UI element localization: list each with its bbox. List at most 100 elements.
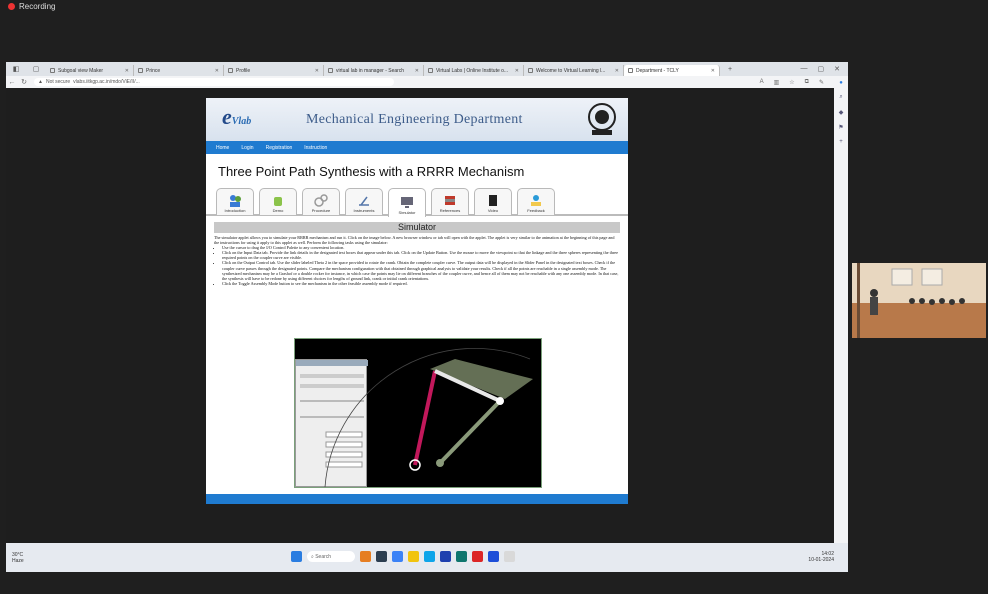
tab-video[interactable]: Video: [474, 188, 512, 215]
tab-favicon-icon: [138, 68, 143, 73]
tab-references[interactable]: References: [431, 188, 469, 215]
taskbar-clock[interactable]: 14:02 10-01-2024: [808, 551, 834, 563]
close-icon[interactable]: ✕: [215, 68, 219, 74]
search-icon[interactable]: ⌕: [839, 94, 842, 101]
close-icon[interactable]: ✕: [415, 68, 419, 74]
record-dot-icon: [8, 2, 15, 10]
back-icon[interactable]: ←: [6, 79, 18, 86]
tab-simulator[interactable]: Simulator: [388, 188, 426, 217]
iit-emblem-icon: [588, 103, 616, 135]
store-icon[interactable]: [440, 551, 451, 562]
gears-icon: [314, 194, 328, 207]
browser-tab[interactable]: Welcome to Virtual Learning l... ✕: [524, 65, 624, 76]
collections-icon[interactable]: ⧉: [805, 79, 809, 86]
simulator-applet-image[interactable]: [294, 338, 542, 488]
experiment-tabs: Introduction Demo Procedure Instruments …: [206, 188, 628, 217]
books-icon: [443, 194, 457, 207]
address-bar-row: ← ↻ ▲ Not secure vlabs.iitkgp.ac.in/mdo/…: [6, 76, 848, 88]
list-item: Click on the Output Control tab. Use the…: [222, 260, 620, 280]
simulator-heading: Simulator: [214, 222, 620, 233]
nav-registration[interactable]: Registration: [266, 145, 293, 151]
tab-instruments[interactable]: Instruments: [345, 188, 383, 215]
teams-icon[interactable]: [488, 551, 499, 562]
tab-feedback[interactable]: Feedback: [517, 188, 555, 215]
edge-sidebar: ● ⌕ ◆ ⚑ +: [834, 76, 848, 543]
close-icon[interactable]: ✕: [711, 68, 715, 74]
browser-tab[interactable]: Profile ✕: [224, 65, 324, 76]
windows-taskbar: 30°C Haze ⌕ Search 14:02 10-01-2024: [6, 543, 848, 572]
browser-tab[interactable]: virtual lab in manager - Search ✕: [324, 65, 424, 76]
vlab-logo[interactable]: eVlab: [222, 104, 251, 130]
extensions-icon[interactable]: ✎: [819, 79, 824, 86]
taskbar-apps: ⌕ Search: [291, 551, 515, 562]
site-nav: Home Login Registration Instruction: [206, 141, 628, 154]
split-screen-icon[interactable]: ▥: [774, 79, 780, 86]
classroom-video-graphic: [852, 263, 986, 338]
new-tab-icon[interactable]: +: [720, 62, 740, 76]
office-icon[interactable]: [472, 551, 483, 562]
participant-video-thumbnail[interactable]: [852, 263, 986, 338]
browser-tab[interactable]: Prince ✕: [134, 65, 224, 76]
vlab-webpage: eVlab Mechanical Engineering Department …: [206, 98, 628, 504]
close-icon[interactable]: ✕: [515, 68, 519, 74]
nav-home[interactable]: Home: [216, 145, 229, 151]
browser-tab[interactable]: Subgoal view Maker ✕: [46, 65, 134, 76]
tab-favicon-icon: [50, 68, 55, 73]
browser-viewport: eVlab Mechanical Engineering Department …: [6, 88, 834, 543]
tab-actions-icon[interactable]: ▢: [26, 62, 46, 76]
intro-paragraph: The simulator applet allows you to simul…: [214, 235, 615, 246]
tab-favicon-icon: [328, 68, 333, 73]
edge-icon[interactable]: [392, 551, 403, 562]
department-title: Mechanical Engineering Department: [306, 112, 523, 127]
browser-profile-icon[interactable]: ◧: [6, 62, 26, 76]
site-banner: eVlab Mechanical Engineering Department: [206, 98, 628, 141]
page-title: Three Point Path Synthesis with a RRRR M…: [218, 164, 525, 179]
site-footer-bar: [206, 494, 628, 504]
maximize-icon[interactable]: ▢: [818, 65, 825, 73]
browser-tab-strip: ◧ ▢ Subgoal view Maker ✕ Prince ✕ Profile ✕…: [6, 62, 848, 76]
browser-tab[interactable]: Virtual Labs | Online Institute o... ✕: [424, 65, 524, 76]
video-icon: [486, 194, 500, 207]
feedback-icon: [529, 194, 543, 207]
warning-icon: ▲: [38, 79, 43, 85]
read-aloud-icon[interactable]: A: [760, 79, 764, 86]
folder-icon[interactable]: [408, 551, 419, 562]
widgets-icon[interactable]: [360, 551, 371, 562]
tab-procedure[interactable]: Procedure: [302, 188, 340, 215]
mail-icon[interactable]: [456, 551, 467, 562]
browser-tab-active[interactable]: Department - TCLY ✕: [624, 65, 720, 76]
instruction-list: Use the cursor to drag the I/O Control P…: [222, 245, 620, 286]
tab-favicon-icon: [228, 68, 233, 73]
tab-favicon-icon: [528, 68, 533, 73]
tab-favicon-icon: [428, 68, 433, 73]
recording-label: Recording: [19, 1, 56, 11]
close-icon[interactable]: ✕: [125, 68, 129, 74]
url-field[interactable]: ▲ Not secure vlabs.iitkgp.ac.in/mdo/ViE/…: [34, 78, 394, 86]
taskbar-search[interactable]: ⌕ Search: [307, 551, 355, 562]
nav-instruction[interactable]: Instruction: [304, 145, 327, 151]
file-explorer-icon[interactable]: [376, 551, 387, 562]
security-label: Not secure: [45, 79, 71, 85]
favorite-icon[interactable]: ☆: [789, 79, 794, 86]
copilot-icon[interactable]: ●: [839, 80, 843, 86]
reload-icon[interactable]: ↻: [18, 78, 30, 86]
tab-demo[interactable]: Demo: [259, 188, 297, 215]
android-icon: [271, 194, 285, 207]
close-icon[interactable]: ✕: [615, 68, 619, 74]
add-icon[interactable]: +: [839, 139, 843, 145]
minimize-icon[interactable]: —: [801, 65, 808, 73]
recording-indicator: Recording: [0, 0, 55, 12]
chrome-icon[interactable]: [424, 551, 435, 562]
weather-widget[interactable]: 30°C Haze: [6, 552, 24, 564]
tab-introduction[interactable]: Introduction: [216, 188, 254, 215]
instrument-icon: [357, 194, 371, 207]
start-icon[interactable]: [291, 551, 302, 562]
help-icon[interactable]: [504, 551, 515, 562]
url-text: vlabs.iitkgp.ac.in/mdo/ViE/II/...: [73, 79, 140, 85]
nav-login[interactable]: Login: [241, 145, 253, 151]
shared-screen: ◧ ▢ Subgoal view Maker ✕ Prince ✕ Profile ✕…: [6, 62, 848, 572]
tools-icon[interactable]: ⚑: [838, 124, 843, 131]
close-window-icon[interactable]: ✕: [834, 65, 840, 73]
shopping-icon[interactable]: ◆: [839, 109, 844, 116]
close-icon[interactable]: ✕: [315, 68, 319, 74]
